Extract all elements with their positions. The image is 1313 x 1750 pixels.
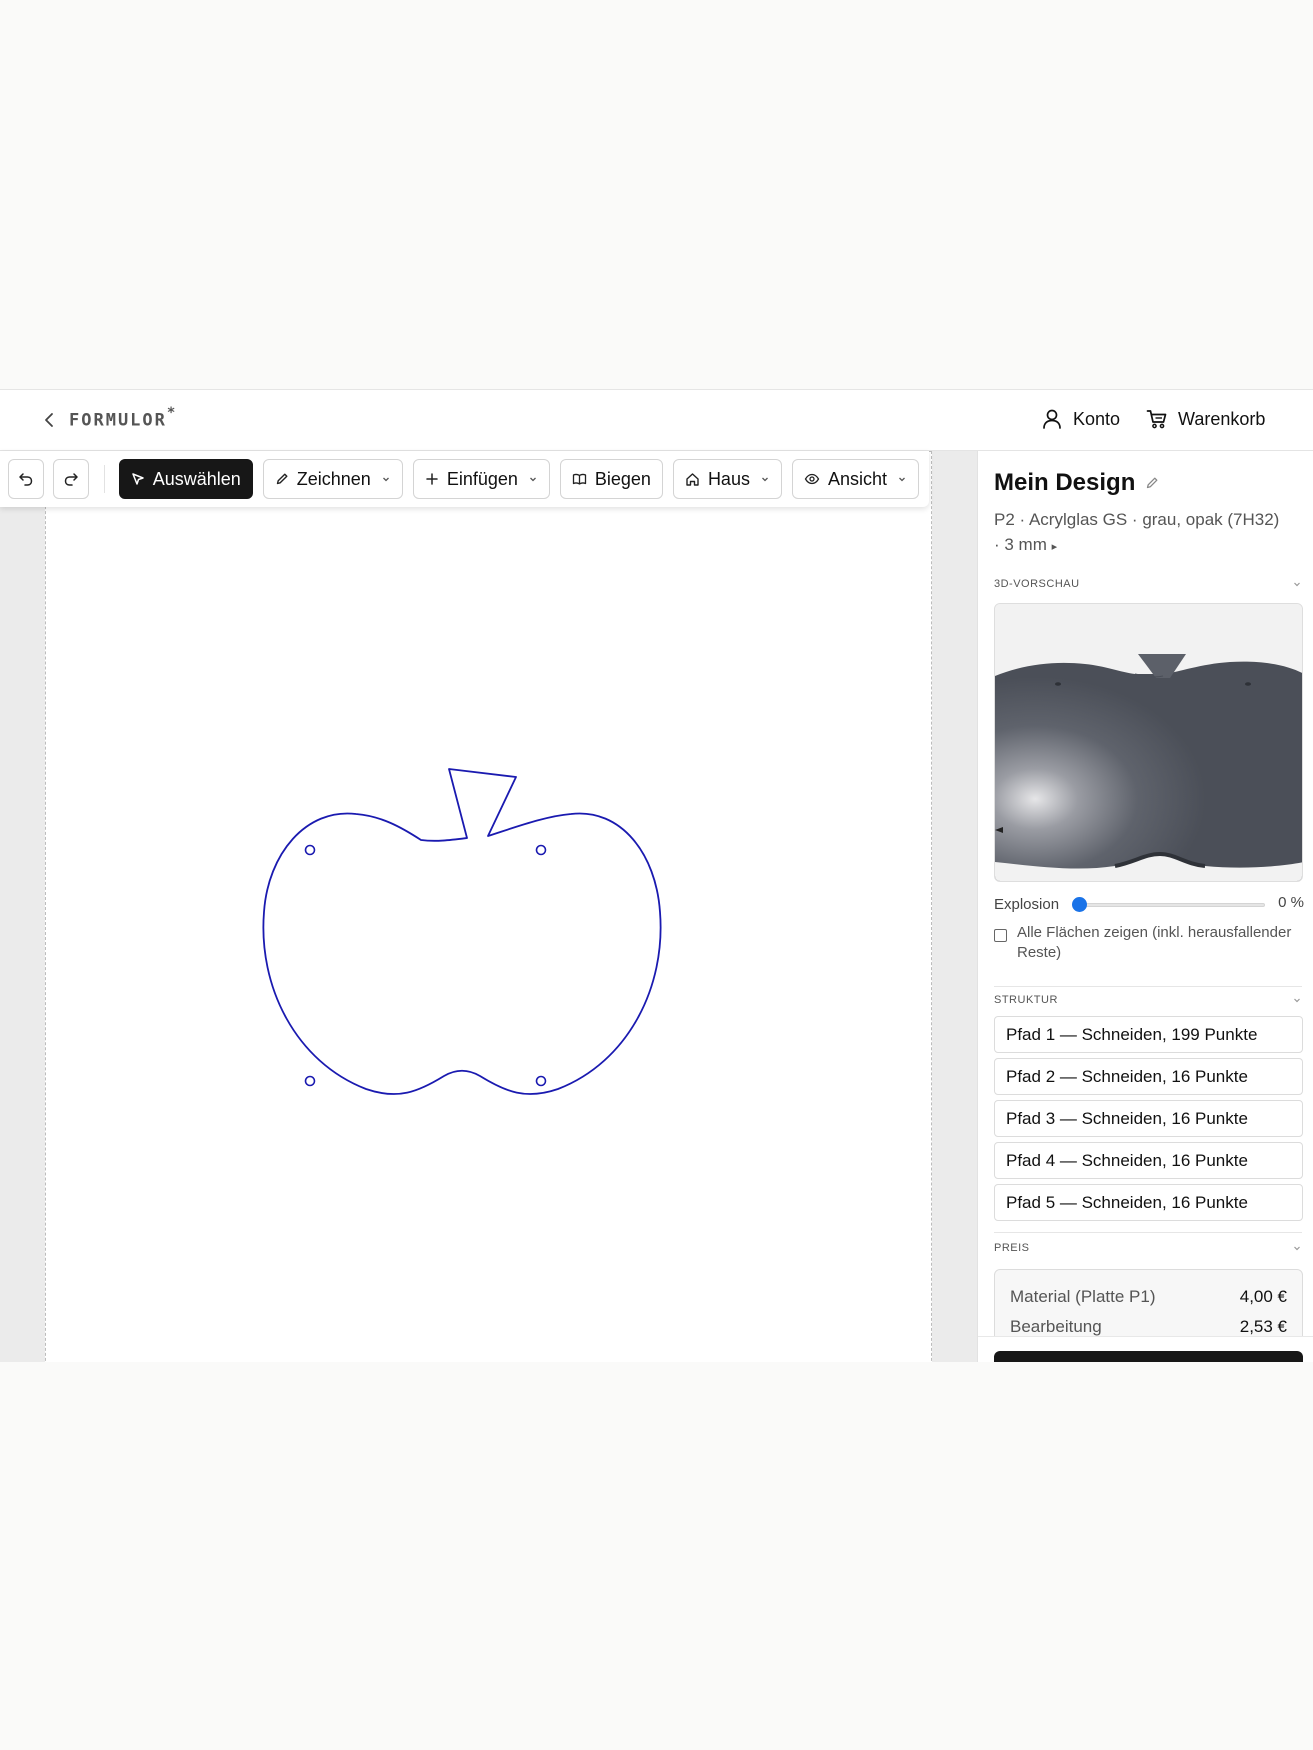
chevron-down-icon [382, 477, 389, 482]
hole-bottom-left[interactable] [304, 1075, 316, 1087]
top-bar: FORMULOR* Konto Warenkorb [0, 390, 1313, 451]
design-canvas[interactable] [0, 451, 977, 1362]
plus-icon [426, 473, 438, 485]
design-editor-app: FORMULOR* Konto Warenkorb Auswählen Zeic… [0, 389, 1313, 1362]
price-row-amount: 4,00 € [1239, 1287, 1287, 1306]
view-button[interactable]: Ansicht [791, 459, 919, 499]
editor-toolbar: Auswählen Zeichnen Einfügen Biegen Haus … [0, 451, 929, 507]
undo-button[interactable] [8, 459, 44, 499]
edit-pencil-icon[interactable] [1145, 476, 1159, 490]
pencil-icon [276, 473, 288, 485]
redo-button[interactable] [52, 459, 89, 499]
explosion-value: 0 % [1278, 894, 1304, 911]
draw-tool-button[interactable]: Zeichnen [262, 459, 403, 499]
bend-button[interactable]: Biegen [559, 459, 663, 499]
user-icon [1043, 409, 1061, 429]
price-row-label: Bearbeitung [1010, 1317, 1102, 1336]
book-open-icon [572, 473, 587, 485]
house-icon [686, 472, 699, 486]
select-tool-button[interactable]: Auswählen [118, 459, 253, 499]
material-expand-icon[interactable]: ▸ [1052, 541, 1058, 553]
insert-button[interactable]: Einfügen [412, 459, 550, 499]
show-all-checkbox[interactable] [994, 929, 1007, 942]
material-line-2: · 3 mm ▸ [994, 535, 1058, 554]
price-heading: PREIS [994, 1242, 1030, 1254]
section-divider [994, 1232, 1302, 1233]
view-label: Ansicht [827, 468, 887, 489]
preview-section-header[interactable]: 3D-VORSCHAU [994, 578, 1302, 590]
eye-icon [804, 473, 820, 485]
apple-drawing[interactable] [46, 452, 933, 1362]
chevron-down-icon [899, 477, 905, 482]
3d-apple-render [995, 604, 1302, 881]
explosion-slider-track[interactable] [1080, 903, 1265, 907]
material-selector[interactable]: P2 · Acrylglas GS · grau, opak (7H32) · … [994, 507, 1294, 560]
house-button[interactable]: Haus [672, 459, 782, 499]
hole-bottom-right[interactable] [535, 1075, 547, 1087]
price-row-label: Material (Platte P1) [1010, 1287, 1156, 1306]
design-title-text: Mein Design [994, 469, 1136, 496]
path-list-item[interactable]: Pfad 5 — Schneiden, 16 Punkte [994, 1184, 1303, 1221]
cart-label: Warenkorb [1178, 408, 1266, 429]
structure-section-header[interactable]: STRUKTUR [994, 994, 1302, 1006]
design-sidebar: Mein Design P2 · Acrylglas GS · grau, op… [977, 451, 1313, 1362]
price-row-material: Material (Platte P1) 4,00 € [1010, 1287, 1287, 1307]
structure-heading: STRUKTUR [994, 994, 1058, 1006]
explosion-label: Explosion [994, 895, 1060, 913]
cursor-icon [131, 473, 144, 485]
3d-preview-viewport[interactable] [994, 603, 1303, 882]
order-button[interactable] [994, 1351, 1303, 1362]
back-chevron-icon[interactable] [40, 410, 58, 430]
apple-outline-path[interactable] [262, 768, 662, 1095]
insert-label: Einfügen [446, 468, 518, 489]
explosion-slider-thumb[interactable] [1072, 897, 1087, 912]
material-line-1: P2 · Acrylglas GS · grau, opak (7H32) [994, 510, 1280, 529]
show-all-faces-option[interactable]: Alle Flächen zeigen (inkl. herausfallend… [994, 923, 1294, 963]
chevron-down-icon [1294, 998, 1300, 1003]
formulor-logo[interactable]: FORMULOR* [69, 405, 177, 431]
price-section-header[interactable]: PREIS [994, 1242, 1302, 1254]
path-list-item[interactable]: Pfad 2 — Schneiden, 16 Punkte [994, 1058, 1303, 1095]
price-row-processing: Bearbeitung 2,53 € [1010, 1317, 1287, 1337]
cart-icon [1146, 410, 1167, 429]
explosion-control: Explosion 0 % [994, 892, 1304, 916]
price-row-amount: 2,53 € [1239, 1317, 1287, 1336]
chevron-down-icon [529, 477, 536, 482]
path-list-item[interactable]: Pfad 4 — Schneiden, 16 Punkte [994, 1142, 1303, 1179]
panel-footer [978, 1336, 1313, 1362]
draw-tool-label: Zeichnen [296, 468, 371, 489]
bend-label: Biegen [594, 468, 651, 489]
house-label: Haus [707, 468, 750, 489]
select-tool-label: Auswählen [152, 468, 241, 489]
chevron-down-icon [1294, 582, 1300, 587]
path-list-item[interactable]: Pfad 1 — Schneiden, 199 Punkte [994, 1016, 1303, 1053]
preview-heading: 3D-VORSCHAU [994, 578, 1080, 590]
toolbar-divider [103, 465, 105, 493]
chevron-down-icon [1294, 1246, 1300, 1251]
path-list-item[interactable]: Pfad 3 — Schneiden, 16 Punkte [994, 1100, 1303, 1137]
undo-icon [19, 473, 33, 486]
hole-top-right[interactable] [535, 844, 547, 856]
hole-top-left[interactable] [304, 844, 316, 856]
account-button[interactable]: Konto [1041, 408, 1120, 430]
redo-icon [64, 473, 78, 486]
material-sheet[interactable] [45, 451, 932, 1362]
chevron-down-icon [762, 477, 768, 482]
design-title[interactable]: Mein Design [994, 469, 1159, 497]
section-divider [994, 986, 1302, 987]
account-label: Konto [1073, 408, 1121, 429]
show-all-label: Alle Flächen zeigen (inkl. herausfallend… [1017, 924, 1292, 961]
cart-button[interactable]: Warenkorb [1146, 408, 1265, 430]
